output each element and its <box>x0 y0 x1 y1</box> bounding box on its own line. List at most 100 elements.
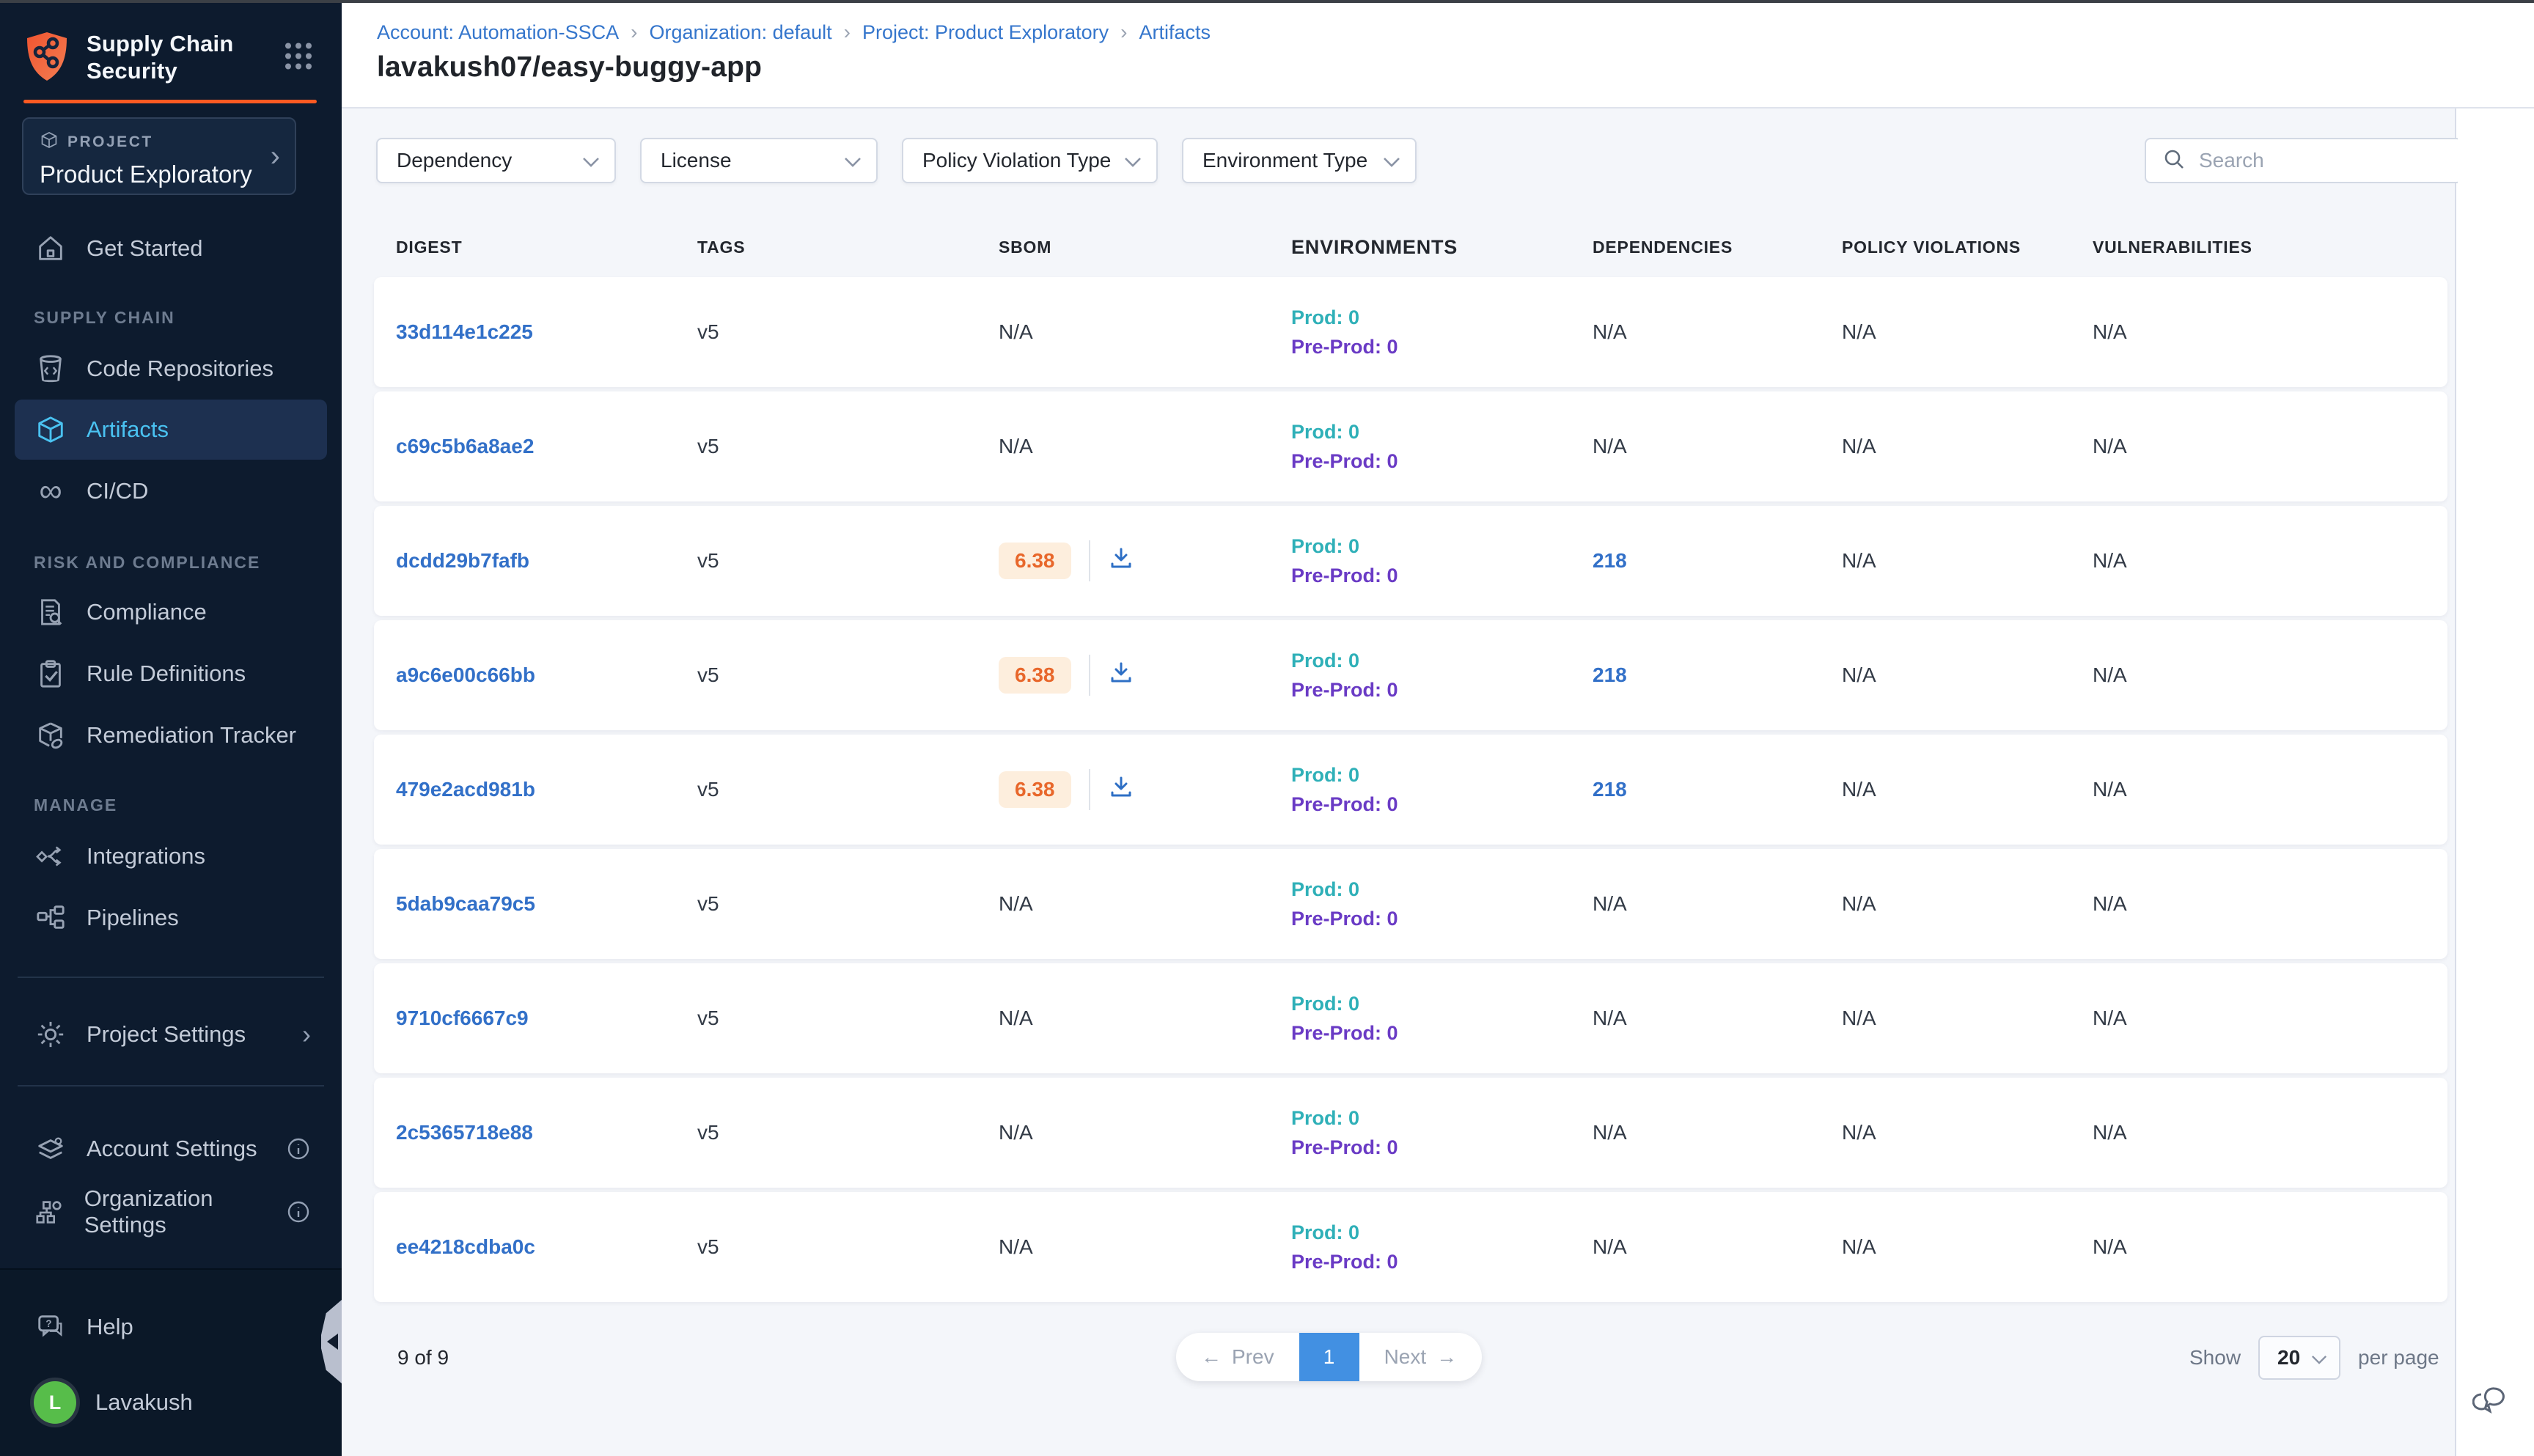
prod-count[interactable]: Prod: 0 <box>1291 535 1359 558</box>
sidebar-item-pipelines[interactable]: Pipelines <box>15 888 327 948</box>
table-row[interactable]: dcdd29b7fafb v5 N/A 6.38 Prod: 0 Pre-Pro… <box>374 506 2447 616</box>
sidebar-item-get-started[interactable]: Get Started <box>15 218 327 279</box>
download-sbom-icon[interactable] <box>1108 545 1134 577</box>
digest-link[interactable]: 5dab9caa79c5 <box>396 892 535 916</box>
sidebar-item-organization-settings[interactable]: Organization Settings <box>15 1182 327 1242</box>
digest-link[interactable]: 9710cf6667c9 <box>396 1007 529 1030</box>
breadcrumb-account[interactable]: Account: Automation-SSCA <box>377 21 619 44</box>
table-row[interactable]: c69c5b6a8ae2 v5 N/A Prod: 0 Pre-Prod: 0 … <box>374 391 2447 501</box>
prod-count[interactable]: Prod: 0 <box>1291 306 1359 329</box>
environments-cell: Prod: 0 Pre-Prod: 0 <box>1291 1078 1398 1188</box>
digest-cell: 5dab9caa79c5 <box>396 849 535 959</box>
digest-link[interactable]: a9c6e00c66bb <box>396 663 535 687</box>
column-header-digest: DIGEST <box>396 229 462 265</box>
sidebar-item-account-settings[interactable]: Account Settings <box>15 1119 327 1179</box>
digest-link[interactable]: c69c5b6a8ae2 <box>396 435 534 458</box>
per-page-label: per page <box>2358 1346 2439 1369</box>
dependencies-value[interactable]: 218 <box>1593 663 1627 687</box>
sbom-score-badge: 6.38 <box>999 771 1071 808</box>
prev-page-button[interactable]: ← Prev <box>1176 1333 1299 1381</box>
sidebar-item-help[interactable]: ? Help <box>15 1297 327 1357</box>
preprod-count[interactable]: Pre-Prod: 0 <box>1291 450 1398 473</box>
sidebar: Supply ChainSecurity PROJECT Pr <box>0 0 342 1456</box>
preprod-count[interactable]: Pre-Prod: 0 <box>1291 793 1398 816</box>
prod-count[interactable]: Prod: 0 <box>1291 878 1359 901</box>
digest-link[interactable]: dcdd29b7fafb <box>396 549 529 573</box>
table-row[interactable]: 2c5365718e88 v5 N/A Prod: 0 Pre-Prod: 0 … <box>374 1078 2447 1188</box>
sidebar-item-integrations[interactable]: Integrations <box>15 826 327 886</box>
dependencies-value[interactable]: 218 <box>1593 549 1627 573</box>
policy-violations-value: N/A <box>1842 320 1876 344</box>
table-row[interactable]: ee4218cdba0c v5 N/A Prod: 0 Pre-Prod: 0 … <box>374 1192 2447 1302</box>
dependencies-cell: N/A <box>1593 1078 1627 1188</box>
home-icon <box>34 233 67 264</box>
policy-violations-value: N/A <box>1842 1121 1876 1144</box>
sidebar-item-rule-definitions[interactable]: Rule Definitions <box>15 644 327 704</box>
tags-cell: v5 <box>697 735 719 845</box>
digest-link[interactable]: 2c5365718e88 <box>396 1121 533 1144</box>
sidebar-section-supply-chain: SUPPLY CHAIN <box>34 308 175 328</box>
apps-grid-icon[interactable] <box>283 41 314 76</box>
dependencies-value[interactable]: 218 <box>1593 778 1627 801</box>
sidebar-item-cicd[interactable]: ∞ CI/CD <box>15 461 327 521</box>
preprod-count[interactable]: Pre-Prod: 0 <box>1291 1251 1398 1273</box>
search-input[interactable] <box>2199 149 2464 172</box>
sidebar-item-label: CI/CD <box>87 478 148 504</box>
tags-cell: v5 <box>697 1192 719 1302</box>
page-number-button[interactable]: 1 <box>1299 1333 1359 1381</box>
sbom-na: N/A <box>999 1235 1033 1259</box>
sidebar-item-code-repositories[interactable]: Code Repositories <box>15 339 327 399</box>
digest-link[interactable]: 33d114e1c225 <box>396 320 533 344</box>
preprod-count[interactable]: Pre-Prod: 0 <box>1291 908 1398 930</box>
tags-cell: v5 <box>697 277 719 387</box>
column-header-environments: ENVIRONMENTS <box>1291 229 1458 265</box>
download-sbom-icon[interactable] <box>1108 660 1134 691</box>
digest-link[interactable]: ee4218cdba0c <box>396 1235 535 1259</box>
divider <box>1089 540 1090 581</box>
page-title: lavakush07/easy-buggy-app <box>377 51 762 84</box>
vulnerabilities-value: N/A <box>2093 435 2127 458</box>
breadcrumb-artifacts[interactable]: Artifacts <box>1139 21 1211 44</box>
preprod-count[interactable]: Pre-Prod: 0 <box>1291 1022 1398 1045</box>
environment-type-filter-dropdown[interactable]: Environment Type <box>1182 138 1417 183</box>
page-size-select[interactable]: 20 <box>2258 1336 2340 1380</box>
digest-link[interactable]: 479e2acd981b <box>396 778 535 801</box>
preprod-count[interactable]: Pre-Prod: 0 <box>1291 336 1398 359</box>
sidebar-divider <box>18 977 324 978</box>
table-row[interactable]: 5dab9caa79c5 v5 N/A Prod: 0 Pre-Prod: 0 … <box>374 849 2447 959</box>
license-filter-dropdown[interactable]: License <box>640 138 878 183</box>
table-row[interactable]: a9c6e00c66bb v5 N/A 6.38 Prod: 0 Pre-Pro… <box>374 620 2447 730</box>
column-header-sbom: SBOM <box>999 229 1051 265</box>
policy-violation-type-filter-dropdown[interactable]: Policy Violation Type <box>902 138 1158 183</box>
breadcrumb-organization[interactable]: Organization: default <box>650 21 832 44</box>
sidebar-item-remediation-tracker[interactable]: Remediation Tracker <box>15 705 327 765</box>
policy-violations-value: N/A <box>1842 778 1876 801</box>
sbom-score-group: 6.38 <box>999 540 1134 581</box>
table-row[interactable]: 9710cf6667c9 v5 N/A Prod: 0 Pre-Prod: 0 … <box>374 963 2447 1073</box>
dependency-filter-dropdown[interactable]: Dependency <box>376 138 616 183</box>
table-row[interactable]: 33d114e1c225 v5 N/A Prod: 0 Pre-Prod: 0 … <box>374 277 2447 387</box>
user-menu[interactable]: L Lavakush <box>34 1381 193 1424</box>
prod-count[interactable]: Prod: 0 <box>1291 1107 1359 1130</box>
sidebar-item-project-settings[interactable]: Project Settings › <box>15 1004 327 1065</box>
sidebar-item-compliance[interactable]: Compliance <box>15 582 327 642</box>
table-row[interactable]: 479e2acd981b v5 N/A 6.38 Prod: 0 Pre-Pro… <box>374 735 2447 845</box>
prod-count[interactable]: Prod: 0 <box>1291 421 1359 444</box>
prod-count[interactable]: Prod: 0 <box>1291 1221 1359 1244</box>
prod-count[interactable]: Prod: 0 <box>1291 650 1359 672</box>
prod-count[interactable]: Prod: 0 <box>1291 764 1359 787</box>
preprod-count[interactable]: Pre-Prod: 0 <box>1291 565 1398 587</box>
policy-violations-cell: N/A <box>1842 1192 1876 1302</box>
feedback-chat-icon[interactable] <box>2472 1378 2511 1420</box>
preprod-count[interactable]: Pre-Prod: 0 <box>1291 1136 1398 1159</box>
sidebar-item-label: Pipelines <box>87 905 179 931</box>
sidebar-item-artifacts[interactable]: Artifacts <box>15 400 327 460</box>
prod-count[interactable]: Prod: 0 <box>1291 993 1359 1015</box>
download-sbom-icon[interactable] <box>1108 774 1134 806</box>
sidebar-item-label: Remediation Tracker <box>87 722 296 749</box>
preprod-count[interactable]: Pre-Prod: 0 <box>1291 679 1398 702</box>
breadcrumb-project[interactable]: Project: Product Exploratory <box>862 21 1109 44</box>
search-box <box>2145 138 2462 183</box>
next-page-button[interactable]: Next → <box>1359 1333 1483 1381</box>
project-selector[interactable]: PROJECT Product Exploratory › <box>22 117 296 195</box>
